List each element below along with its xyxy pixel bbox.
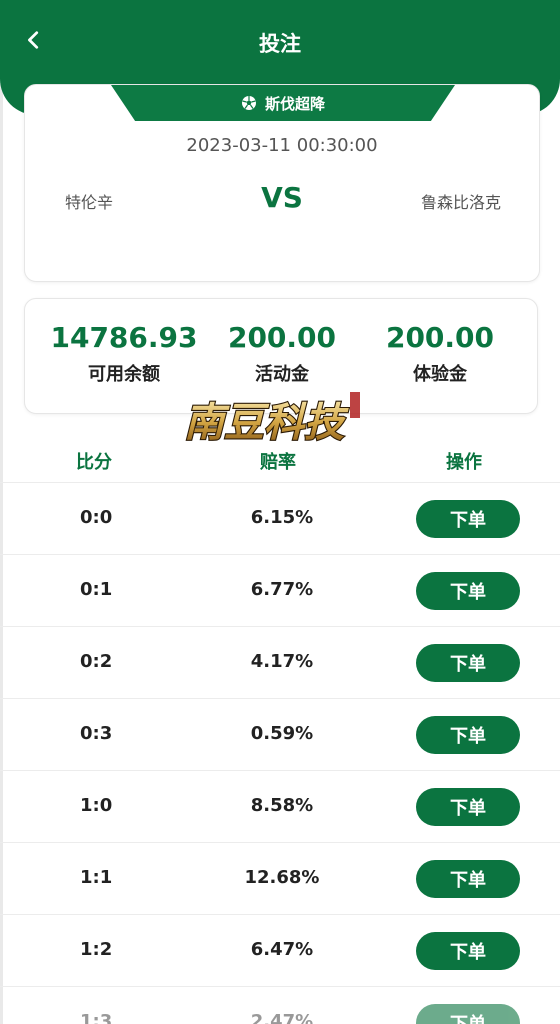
odds-header: 赔率 bbox=[260, 452, 296, 473]
place-order-button[interactable]: 下单 bbox=[416, 860, 520, 898]
odds-cell: 6.15% bbox=[250, 507, 314, 528]
score-cell: 0:1 bbox=[80, 579, 113, 600]
odds-cell: 4.17% bbox=[250, 651, 314, 672]
activity-funds-label: 活动金 bbox=[255, 364, 309, 385]
trial-funds-value: 200.00 bbox=[385, 321, 495, 354]
action-header: 操作 bbox=[446, 452, 482, 473]
score-cell: 0:3 bbox=[80, 723, 113, 744]
available-balance-label: 可用余额 bbox=[88, 364, 160, 385]
watermark-logo: 南豆科技 bbox=[183, 392, 360, 447]
table-row: 0:2 4.17% 下单 bbox=[0, 626, 560, 698]
odds-cell: 8.58% bbox=[250, 795, 314, 816]
score-cell: 1:3 bbox=[80, 1011, 113, 1024]
score-cell: 1:1 bbox=[80, 867, 113, 888]
away-team: 鲁森比洛克 bbox=[420, 193, 501, 212]
match-card: 斯伐超降 2023-03-11 00:30:00 特伦辛 VS 鲁森比洛克 bbox=[24, 84, 540, 282]
table-row: 1:0 8.58% 下单 bbox=[0, 770, 560, 842]
odds-cell: 0.59% bbox=[250, 723, 314, 744]
table-row: 1:1 12.68% 下单 bbox=[0, 842, 560, 914]
activity-funds: 200.00 活动金 bbox=[197, 321, 367, 386]
league-tab: 斯伐超降 bbox=[111, 85, 455, 121]
place-order-button[interactable]: 下单 bbox=[416, 716, 520, 754]
place-order-button[interactable]: 下单 bbox=[416, 1004, 520, 1024]
league-name: 斯伐超降 bbox=[264, 94, 325, 113]
score-cell: 1:2 bbox=[80, 939, 113, 960]
bet-page: 投注 斯伐超降 2023-03-11 00:30:00 特伦辛 VS 鲁森比洛克… bbox=[0, 0, 560, 1024]
table-header: 比分 赔率 操作 bbox=[0, 448, 560, 480]
available-balance: 14786.93 可用余额 bbox=[39, 321, 209, 386]
odds-cell: 6.77% bbox=[250, 579, 314, 600]
table-row: 0:3 0.59% 下单 bbox=[0, 698, 560, 770]
trial-funds: 200.00 体验金 bbox=[355, 321, 525, 386]
place-order-button[interactable]: 下单 bbox=[416, 500, 520, 538]
odds-cell: 12.68% bbox=[244, 867, 320, 888]
place-order-button[interactable]: 下单 bbox=[416, 644, 520, 682]
activity-funds-value: 200.00 bbox=[227, 321, 337, 354]
score-cell: 0:0 bbox=[80, 507, 113, 528]
score-cell: 0:2 bbox=[80, 651, 113, 672]
place-order-button[interactable]: 下单 bbox=[416, 572, 520, 610]
table-row: 1:3 2.47% 下单 bbox=[0, 986, 560, 1024]
score-cell: 1:0 bbox=[80, 795, 113, 816]
match-time: 2023-03-11 00:30:00 bbox=[186, 135, 378, 156]
table-row: 0:1 6.77% 下单 bbox=[0, 554, 560, 626]
soccer-ball-icon bbox=[241, 96, 256, 110]
svg-text:南豆科技: 南豆科技 bbox=[184, 399, 349, 446]
odds-cell: 6.47% bbox=[250, 939, 314, 960]
odds-cell: 2.47% bbox=[250, 1011, 314, 1024]
place-order-button[interactable]: 下单 bbox=[416, 788, 520, 826]
table-row: 1:2 6.47% 下单 bbox=[0, 914, 560, 986]
available-balance-value: 14786.93 bbox=[50, 321, 198, 354]
score-header: 比分 bbox=[76, 452, 112, 473]
table-row: 0:0 6.15% 下单 bbox=[0, 482, 560, 554]
trial-funds-label: 体验金 bbox=[413, 364, 467, 385]
place-order-button[interactable]: 下单 bbox=[416, 932, 520, 970]
page-title: 投注 bbox=[259, 32, 301, 56]
